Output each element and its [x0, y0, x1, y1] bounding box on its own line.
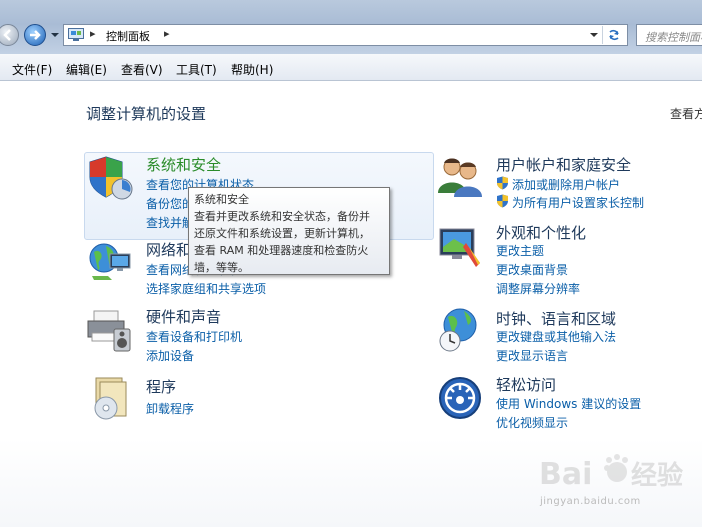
tooltip-line: 查看并更改系统和安全状态，备份并 — [194, 210, 370, 223]
category-tooltip: 系统和安全 查看并更改系统和安全状态，备份并 还原文件和系统设置，更新计算机， … — [188, 187, 390, 275]
category-ease-title[interactable]: 轻松访问 — [496, 374, 556, 395]
printer-speaker-icon[interactable] — [86, 305, 134, 353]
users-icon[interactable] — [436, 153, 484, 201]
menu-edit[interactable]: 编辑(E) — [66, 61, 107, 78]
breadcrumb-separator-icon[interactable]: ▸ — [164, 27, 170, 40]
svg-text:Bai: Bai — [539, 457, 592, 492]
link-adjust-resolution[interactable]: 调整屏幕分辨率 — [496, 280, 580, 297]
link-add-remove-accounts[interactable]: 添加或删除用户帐户 — [512, 176, 620, 193]
programs-icon[interactable] — [86, 374, 134, 422]
search-box[interactable]: 搜索控制面板 — [636, 24, 702, 46]
menu-file[interactable]: 文件(F) — [12, 61, 52, 78]
appearance-monitor-icon[interactable] — [436, 223, 484, 271]
clock-globe-icon[interactable] — [436, 305, 484, 353]
link-homegroup-sharing[interactable]: 选择家庭组和共享选项 — [146, 280, 266, 297]
link-optimize-display[interactable]: 优化视频显示 — [496, 414, 568, 431]
arrow-left-icon — [3, 29, 11, 41]
category-appearance-title[interactable]: 外观和个性化 — [496, 222, 586, 243]
breadcrumb-separator-icon[interactable]: ▸ — [90, 27, 96, 40]
view-by-label[interactable]: 查看方式： — [670, 105, 702, 122]
security-shield-icon[interactable] — [86, 153, 134, 201]
network-globe-icon[interactable] — [86, 238, 134, 286]
uac-shield-icon — [497, 194, 508, 208]
menu-tools[interactable]: 工具(T) — [176, 61, 217, 78]
address-dropdown-icon[interactable] — [587, 27, 601, 43]
link-change-background[interactable]: 更改桌面背景 — [496, 261, 568, 278]
tooltip-title: 系统和安全 — [194, 193, 249, 206]
ease-of-access-icon[interactable] — [436, 374, 484, 422]
forward-button[interactable] — [24, 24, 46, 46]
category-system-security-title[interactable]: 系统和安全 — [146, 154, 221, 175]
category-programs-title[interactable]: 程序 — [146, 376, 176, 397]
link-devices-printers[interactable]: 查看设备和打印机 — [146, 328, 242, 345]
link-change-theme[interactable]: 更改主题 — [496, 242, 544, 259]
menu-bar: 文件(F) 编辑(E) 查看(V) 工具(T) 帮助(H) — [0, 54, 702, 81]
tooltip-line: 还原文件和系统设置，更新计算机， — [194, 227, 370, 240]
recent-pages-dropdown-icon[interactable] — [50, 30, 60, 40]
back-button[interactable] — [0, 24, 19, 46]
arrow-right-icon — [30, 30, 41, 40]
breadcrumb-control-panel[interactable]: 控制面板 — [106, 28, 150, 44]
link-change-keyboard[interactable]: 更改键盘或其他输入法 — [496, 328, 616, 345]
category-hardware-title[interactable]: 硬件和声音 — [146, 306, 221, 327]
window-titlebar: ▸ 控制面板 ▸ 搜索控制面板 — [0, 0, 702, 54]
search-placeholder: 搜索控制面板 — [645, 31, 702, 44]
tooltip-line: 查看 RAM 和处理器速度和检查防火 — [194, 244, 369, 257]
address-bar[interactable]: ▸ 控制面板 ▸ — [63, 24, 628, 46]
link-change-display-language[interactable]: 更改显示语言 — [496, 347, 568, 364]
category-clock-title[interactable]: 时钟、语言和区域 — [496, 308, 616, 329]
link-add-device[interactable]: 添加设备 — [146, 347, 194, 364]
svg-text:经验: 经验 — [631, 460, 683, 491]
category-users-title[interactable]: 用户帐户和家庭安全 — [496, 154, 631, 175]
uac-shield-icon — [497, 176, 508, 190]
menu-view[interactable]: 查看(V) — [121, 61, 163, 78]
control-panel-icon — [68, 28, 84, 41]
link-uninstall-program[interactable]: 卸载程序 — [146, 400, 194, 417]
tooltip-line: 墙，等等。 — [194, 261, 249, 274]
menu-help[interactable]: 帮助(H) — [231, 61, 273, 78]
watermark-url: jingyan.baidu.com — [540, 496, 641, 507]
link-windows-recommended-settings[interactable]: 使用 Windows 建议的设置 — [496, 395, 641, 412]
refresh-icon[interactable] — [602, 26, 625, 44]
link-parental-controls[interactable]: 为所有用户设置家长控制 — [512, 194, 644, 211]
page-title: 调整计算机的设置 — [86, 105, 207, 123]
